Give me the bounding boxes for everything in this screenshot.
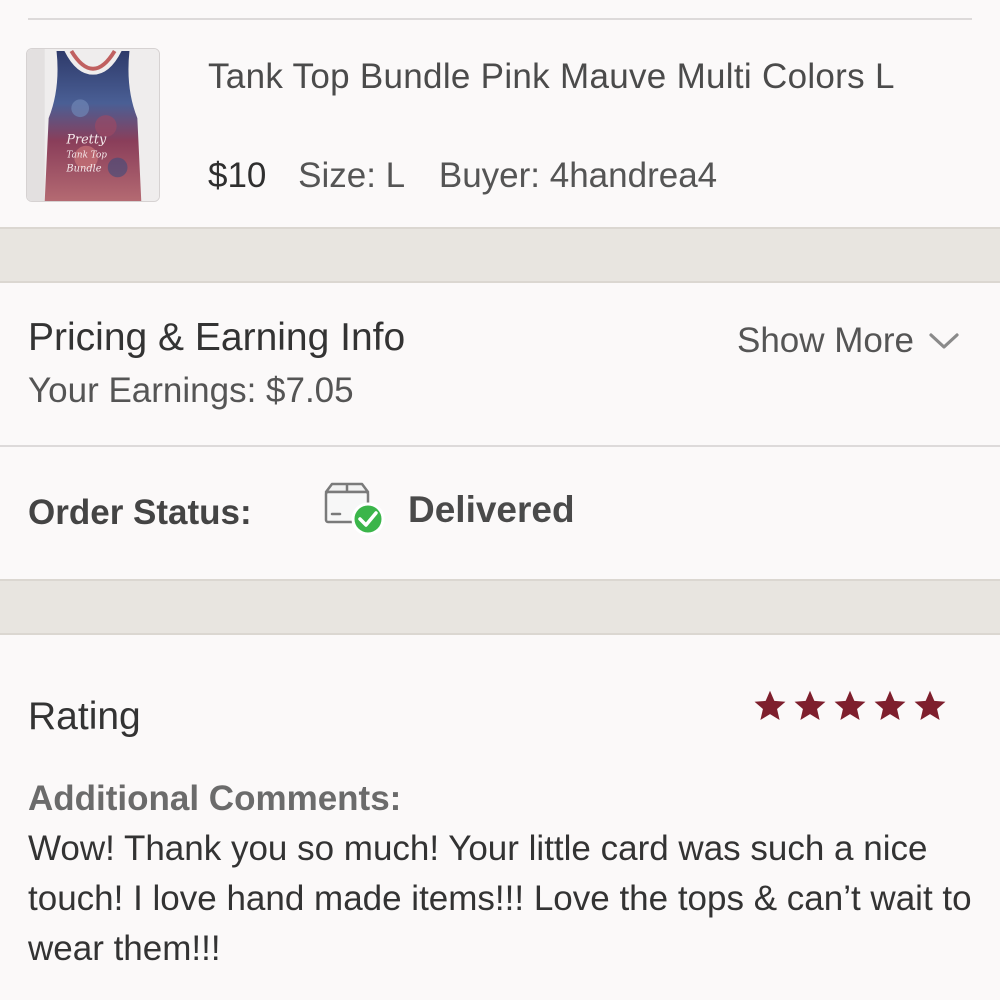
- star-icon: [794, 690, 826, 720]
- product-thumbnail[interactable]: Pretty Tank Top Bundle: [26, 48, 160, 202]
- section-separator: [0, 227, 1000, 283]
- rating-stars: [752, 688, 948, 724]
- svg-text:Bundle: Bundle: [65, 163, 101, 174]
- delivered-box-check-icon: [324, 482, 385, 536]
- product-row[interactable]: Pretty Tank Top Bundle Tank Top Bundle P…: [0, 20, 1000, 226]
- divider: [0, 445, 1000, 447]
- comments-label: Additional Comments:: [28, 779, 402, 818]
- product-meta: $10 Size: L Buyer: 4handrea4: [208, 151, 717, 201]
- pricing-title: Pricing & Earning Info: [28, 316, 406, 359]
- product-buyer[interactable]: Buyer: 4handrea4: [439, 156, 717, 195]
- tank-top-photo: Pretty Tank Top Bundle: [27, 49, 159, 201]
- product-price: $10: [208, 156, 267, 195]
- order-status-value: Delivered: [408, 489, 575, 530]
- show-more-button[interactable]: Show More: [737, 316, 960, 366]
- product-title[interactable]: Tank Top Bundle Pink Mauve Multi Colors …: [208, 52, 948, 102]
- order-detail-page: Pretty Tank Top Bundle Tank Top Bundle P…: [0, 0, 1000, 1000]
- order-status-label: Order Status:: [28, 493, 252, 532]
- product-size: Size: L: [298, 156, 406, 195]
- chevron-down-icon: [929, 333, 959, 349]
- star-icon: [754, 690, 786, 720]
- svg-text:Tank Top: Tank Top: [66, 151, 107, 161]
- comments-text: Wow! Thank you so much! Your little card…: [28, 829, 972, 968]
- rating-title: Rating: [28, 695, 141, 738]
- star-icon: [874, 690, 906, 720]
- star-icon: [914, 690, 946, 720]
- show-more-label: Show More: [736, 321, 914, 360]
- section-separator: [0, 579, 1000, 635]
- thumbnail-caption: Pretty: [65, 133, 107, 148]
- earnings-value: Your Earnings: $7.05: [28, 371, 354, 410]
- star-icon: [834, 690, 866, 720]
